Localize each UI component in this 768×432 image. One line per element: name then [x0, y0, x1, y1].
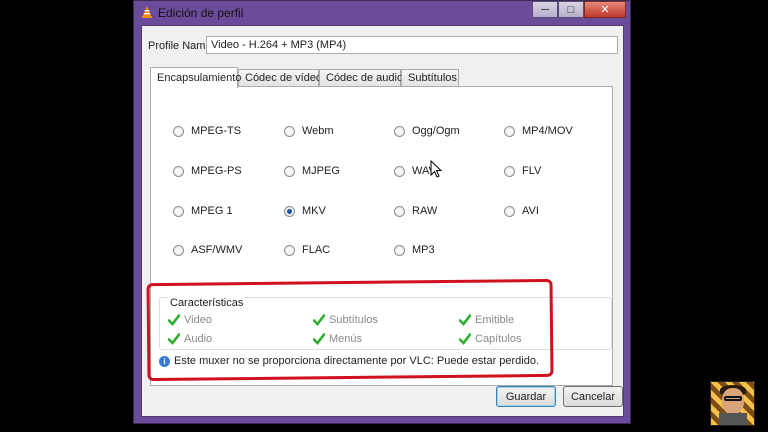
radio-button-icon[interactable]	[394, 125, 405, 137]
minimize-icon: ─	[541, 3, 549, 16]
format-radio-asf-wmv[interactable]: ASF/WMV	[173, 244, 242, 256]
format-radio-mkv[interactable]: MKV	[284, 205, 326, 217]
format-radio-mjpeg[interactable]: MJPEG	[284, 165, 340, 177]
radio-button-icon[interactable]	[394, 205, 405, 217]
radio-button-icon[interactable]	[504, 165, 515, 177]
format-label: AVI	[522, 205, 539, 217]
avatar-face	[722, 388, 744, 414]
radio-button-icon[interactable]	[173, 205, 184, 217]
window-controls: ─ □ ✕	[532, 1, 626, 19]
tab-video-codec[interactable]: Códec de vídeo	[238, 69, 322, 86]
format-radio-raw[interactable]: RAW	[394, 205, 437, 217]
avatar-glasses	[724, 396, 742, 401]
format-radio-mpeg-1[interactable]: MPEG 1	[173, 205, 233, 217]
format-radio-mpeg-ts[interactable]: MPEG-TS	[173, 125, 241, 137]
window-title: Edición de perfil	[158, 6, 244, 20]
format-radio-mpeg-ps[interactable]: MPEG-PS	[173, 165, 242, 177]
close-icon: ✕	[600, 4, 610, 16]
title-bar[interactable]: Edición de perfil ─ □ ✕	[134, 1, 630, 25]
profile-name-input[interactable]	[206, 36, 618, 54]
format-label: MJPEG	[302, 165, 340, 177]
format-label: MP3	[412, 244, 435, 256]
radio-button-icon[interactable]	[173, 125, 184, 137]
radio-button-icon[interactable]	[173, 244, 184, 256]
format-label: FLAC	[302, 244, 331, 256]
format-label: FLV	[522, 165, 542, 177]
radio-button-icon[interactable]	[504, 125, 515, 137]
mouse-cursor-icon	[430, 160, 442, 178]
format-label: MPEG-TS	[191, 125, 242, 137]
format-radio-flac[interactable]: FLAC	[284, 244, 330, 256]
format-label: MPEG 1	[191, 205, 233, 217]
radio-button-icon[interactable]	[394, 165, 405, 177]
presenter-avatar	[710, 381, 755, 426]
format-label: MPEG-PS	[191, 165, 242, 177]
format-label: RAW	[412, 205, 438, 217]
format-radio-avi[interactable]: AVI	[504, 205, 539, 217]
radio-button-icon[interactable]	[284, 165, 295, 177]
tab-encapsulation[interactable]: Encapsulamiento	[150, 67, 241, 88]
profile-name-label: Profile Name	[148, 40, 212, 52]
format-radio-flv[interactable]: FLV	[504, 165, 541, 177]
format-radio-mp3[interactable]: MP3	[394, 244, 435, 256]
close-button[interactable]: ✕	[584, 1, 626, 18]
radio-button-icon[interactable]	[173, 165, 184, 177]
radio-button-icon[interactable]	[504, 205, 515, 217]
vlc-cone-icon	[142, 6, 152, 18]
radio-button-icon[interactable]	[284, 244, 295, 256]
save-button[interactable]: Guardar	[496, 386, 556, 407]
red-annotation-box	[146, 278, 554, 382]
tab-audio-codec[interactable]: Códec de audio	[319, 69, 403, 86]
radio-button-icon[interactable]	[284, 125, 295, 137]
radio-button-icon[interactable]	[284, 205, 295, 217]
tab-subtitles[interactable]: Subtítulos	[401, 69, 459, 86]
maximize-icon: □	[567, 3, 575, 16]
format-label: MP4/MOV	[522, 125, 573, 137]
avatar-laptop	[719, 413, 747, 425]
format-label: Webm	[302, 125, 334, 137]
maximize-button[interactable]: □	[558, 1, 584, 18]
minimize-button[interactable]: ─	[532, 1, 558, 18]
format-radio-mp4-mov[interactable]: MP4/MOV	[504, 125, 573, 137]
format-label: MKV	[302, 205, 326, 217]
radio-button-icon[interactable]	[394, 244, 405, 256]
format-radio-webm[interactable]: Webm	[284, 125, 334, 137]
cancel-button[interactable]: Cancelar	[563, 386, 623, 407]
format-label: ASF/WMV	[191, 244, 243, 256]
format-label: Ogg/Ogm	[412, 125, 460, 137]
format-radio-ogg-ogm[interactable]: Ogg/Ogm	[394, 125, 460, 137]
